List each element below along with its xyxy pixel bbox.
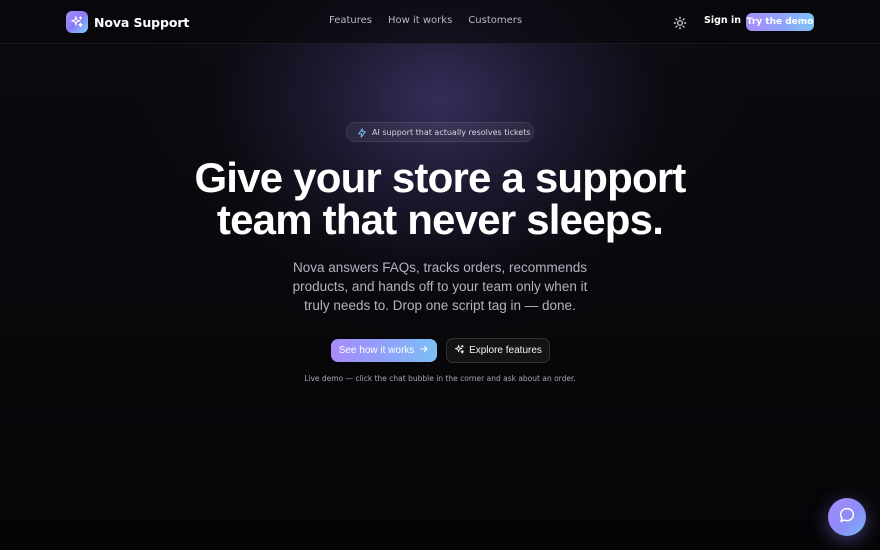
secondary-cta-label: Explore features [469,345,542,356]
lightning-icon [357,123,367,142]
hero-note: Live demo — click the chat bubble in the… [304,374,576,383]
chat-widget-button[interactable] [828,498,866,536]
hero-headline: Give your store a support team that neve… [140,157,740,241]
brand[interactable]: Nova Support [66,11,189,33]
sparkles-icon [66,11,88,33]
hero-badge-text: AI support that actually resolves ticket… [372,127,531,137]
hero-headline-line-1: Give your store a support [194,154,686,201]
sun-icon[interactable] [673,15,687,30]
hero-headline-line-2: team that never sleeps. [216,196,664,243]
nav-link-features[interactable]: Features [329,15,372,26]
hero-badge: AI support that actually resolves ticket… [346,122,534,142]
sparkles-icon [454,344,465,358]
hero-subhead: Nova answers FAQs, tracks orders, recomm… [292,260,588,313]
chat-bubble-icon [838,506,856,528]
try-demo-button[interactable]: Try the demo [746,13,814,31]
explore-features-button[interactable]: Explore features [446,338,550,363]
nav-link-customers[interactable]: Customers [468,15,522,26]
primary-cta-label: See how it works [338,345,415,356]
top-nav: Nova Support Features How it works Custo… [0,0,880,44]
landing-page: Nova Support Features How it works Custo… [0,0,880,550]
see-how-it-works-button[interactable]: See how it works [331,339,437,362]
nav-links: Features How it works Customers [329,15,538,26]
sign-in-link[interactable]: Sign in [704,15,741,26]
arrow-right-icon [419,344,429,357]
nav-link-how-it-works[interactable]: How it works [388,15,452,26]
brand-name: Nova Support [94,14,190,30]
